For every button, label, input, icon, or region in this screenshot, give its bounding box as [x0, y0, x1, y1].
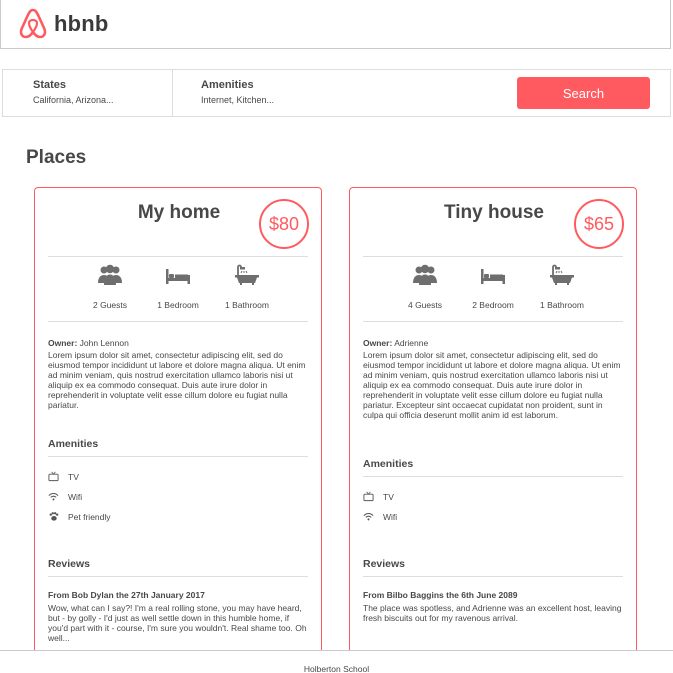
hbnb-logo-icon — [19, 8, 47, 39]
site-header: hbnb — [0, 0, 671, 49]
amenities-title: Amenities — [363, 458, 623, 477]
bathrooms-info: 1 Bathroom — [522, 263, 602, 310]
owner-name: Adrienne — [394, 338, 429, 348]
place-description: Lorem ipsum dolor sit amet, consectetur … — [363, 350, 621, 420]
place-card: Tiny house $65 4 Guests 2 Bedroom 1 Bath… — [349, 187, 637, 657]
reviews-title: Reviews — [363, 558, 623, 577]
guests-icon — [98, 264, 122, 285]
amenity-label: TV — [68, 471, 79, 482]
bedrooms-label: 1 Bedroom — [157, 300, 199, 310]
place-info: 4 Guests 2 Bedroom 1 Bathroom — [363, 256, 623, 322]
review-text: Wow, what can I say?! I'm a real rolling… — [48, 603, 307, 643]
price-badge: $65 — [574, 199, 624, 249]
bed-icon — [166, 269, 190, 284]
amenity-label: Wifi — [383, 511, 398, 522]
logo[interactable]: hbnb — [19, 8, 109, 40]
states-filter[interactable]: States California, Arizona... — [3, 70, 173, 116]
amenity-item: Pet friendly — [48, 511, 111, 522]
review-text: The place was spotless, and Adrienne was… — [363, 603, 622, 623]
amenity-item: Wifi — [48, 491, 82, 502]
bedrooms-info: 2 Bedroom — [453, 263, 533, 310]
owner-label: Owner: — [363, 338, 393, 348]
owner-label: Owner: — [48, 338, 78, 348]
amenity-item: Wifi — [363, 511, 397, 522]
bedrooms-info: 1 Bedroom — [138, 263, 218, 310]
guests-icon — [413, 264, 437, 285]
owner-info: Owner: Adrienne — [363, 338, 428, 348]
bathrooms-label: 1 Bathroom — [540, 300, 584, 310]
amenity-item: TV — [363, 491, 394, 502]
amenities-title: Amenities — [48, 438, 308, 457]
owner-name: John Lennon — [79, 338, 129, 348]
price-badge: $80 — [259, 199, 309, 249]
amenity-label: Wifi — [68, 491, 83, 502]
search-button[interactable]: Search — [517, 77, 650, 109]
bathrooms-info: 1 Bathroom — [207, 263, 287, 310]
wifi-icon — [363, 513, 374, 521]
bathrooms-label: 1 Bathroom — [225, 300, 269, 310]
places-title: Places — [26, 147, 87, 168]
logo-text: hbnb — [54, 11, 109, 36]
amenity-label: TV — [383, 491, 394, 502]
filters-bar: States California, Arizona... Amenities … — [2, 69, 671, 117]
site-footer: Holberton School — [0, 650, 673, 673]
tv-icon — [363, 491, 374, 502]
bathtub-icon — [550, 264, 574, 285]
amenity-label: Pet friendly — [68, 511, 111, 522]
bedrooms-label: 2 Bedroom — [472, 300, 514, 310]
place-description: Lorem ipsum dolor sit amet, consectetur … — [48, 350, 306, 410]
tv-icon — [48, 471, 59, 482]
bathtub-icon — [235, 264, 259, 285]
wifi-icon — [48, 493, 59, 501]
reviews-title: Reviews — [48, 558, 308, 577]
states-filter-title: States — [33, 79, 67, 91]
amenities-filter[interactable]: Amenities Internet, Kitchen... — [201, 70, 501, 116]
owner-info: Owner: John Lennon — [48, 338, 129, 348]
footer-text: Holberton School — [303, 664, 370, 673]
amenities-filter-title: Amenities — [201, 79, 254, 91]
review-author: From Bilbo Baggins the 6th June 2089 — [363, 590, 518, 600]
paw-icon — [49, 512, 59, 521]
amenities-filter-value: Internet, Kitchen... — [201, 95, 275, 105]
amenity-item: TV — [48, 471, 79, 482]
bed-icon — [481, 269, 505, 284]
states-filter-value: California, Arizona... — [33, 95, 114, 105]
review-author: From Bob Dylan the 27th January 2017 — [48, 590, 205, 600]
place-info: 2 Guests 1 Bedroom 1 Bathroom — [48, 256, 308, 322]
place-card: My home $80 2 Guests 1 Bedroom 1 Bathroo… — [34, 187, 322, 657]
